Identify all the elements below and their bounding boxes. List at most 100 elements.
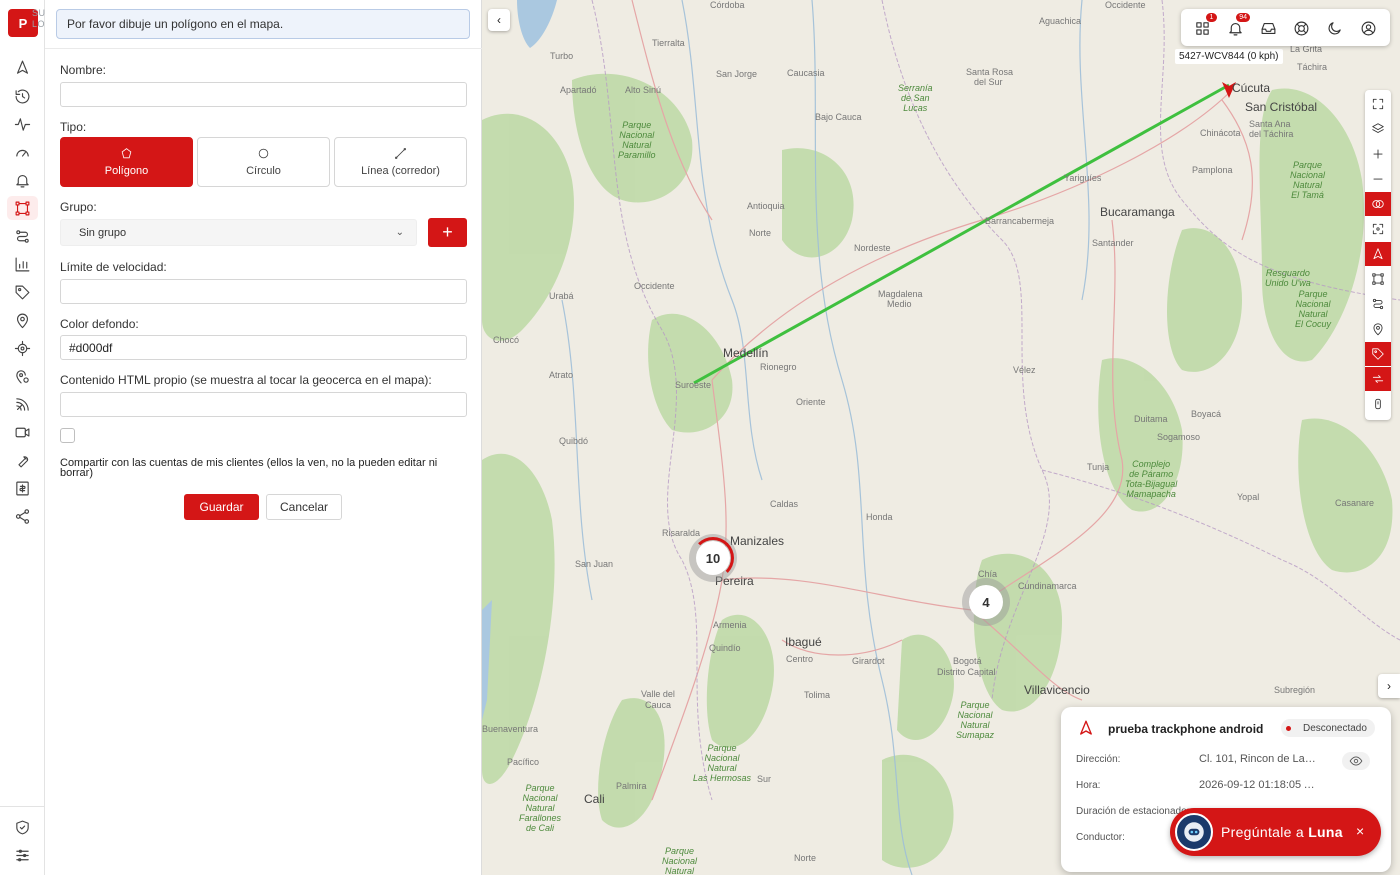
inbox-button[interactable]: [1257, 17, 1279, 39]
rail-routes[interactable]: [7, 224, 38, 248]
rail-activity[interactable]: [7, 112, 38, 136]
rail-settings[interactable]: [7, 843, 38, 867]
routes-layer-button[interactable]: [1365, 292, 1391, 316]
html-content-input[interactable]: [60, 392, 467, 417]
rail-speedometer[interactable]: [7, 140, 38, 164]
fullscreen-button[interactable]: [1365, 92, 1391, 116]
place-label: Casanare: [1335, 498, 1375, 508]
reports-icon: [15, 257, 30, 271]
place-label: Pacífico: [507, 757, 540, 767]
zoom-out-button[interactable]: [1365, 167, 1391, 191]
place-label: Yopal: [1237, 492, 1260, 502]
dark-mode-button[interactable]: [1323, 17, 1345, 39]
map[interactable]: Córdoba Turbo Apartadó Tierralta San Jor…: [482, 0, 1400, 875]
battery-button[interactable]: [1365, 392, 1391, 416]
view-address-button[interactable]: [1342, 752, 1370, 770]
rail-places[interactable]: [7, 308, 38, 332]
rail-poi-settings[interactable]: [7, 364, 38, 388]
bell-icon: [1228, 22, 1242, 35]
traffic-button[interactable]: [1365, 367, 1391, 391]
place-label: Girardot: [852, 656, 885, 666]
place-label: Occidente: [1105, 0, 1146, 10]
plus-icon: +: [442, 222, 453, 242]
panel-divider: [45, 48, 482, 49]
routes-layer-icon: [1372, 298, 1384, 310]
place-label: Subregión: [1274, 685, 1316, 695]
place-label: Armenia: [713, 620, 747, 630]
place-label: Sogamoso: [1157, 432, 1201, 442]
share-label: Compartir con las cuentas de mis cliente…: [60, 457, 438, 479]
rail-tags[interactable]: [7, 280, 38, 304]
info-key-time: Hora:: [1076, 780, 1101, 791]
name-input[interactable]: [60, 82, 467, 107]
draw-instruction-banner: Por favor dibuje un polígono en el mapa.: [56, 9, 470, 39]
place-label: Yariguíes: [1064, 173, 1102, 183]
name-label: Nombre:: [60, 63, 107, 77]
add-group-button[interactable]: +: [428, 218, 467, 247]
geofence-icon: [15, 201, 30, 215]
history-icon: [15, 89, 30, 103]
speed-limit-input[interactable]: [60, 279, 467, 304]
rail-share[interactable]: [7, 504, 38, 528]
close-icon[interactable]: ×: [1356, 823, 1364, 839]
tags-layer-icon: [1372, 348, 1384, 360]
place-label: Santa Ana: [1249, 119, 1291, 129]
place-label: Magdalena: [878, 289, 923, 299]
group-select[interactable]: Sin grupo ⌄: [60, 219, 417, 246]
color-label: Color defondo:: [60, 317, 139, 331]
info-key-address: Dirección:: [1076, 754, 1121, 765]
vehicles-layer-button[interactable]: [1365, 242, 1391, 266]
focus-button[interactable]: [1365, 217, 1391, 241]
place-label: Aguachica: [1039, 16, 1082, 26]
app: P SU LOGO Por favor dibuje un polígono e…: [0, 0, 1400, 875]
color-input[interactable]: [60, 335, 467, 360]
vehicle-cluster[interactable]: 4: [962, 578, 1010, 626]
apps-icon: [1195, 21, 1209, 35]
support-button[interactable]: [1290, 17, 1312, 39]
place-label-cali: Cali: [584, 792, 605, 806]
layers-button[interactable]: [1365, 117, 1391, 141]
traffic-icon: [1372, 375, 1384, 383]
rail-target[interactable]: [7, 336, 38, 360]
rail-geofences[interactable]: [7, 196, 38, 220]
rail-navigate[interactable]: [7, 55, 38, 79]
circle-icon: [258, 148, 269, 159]
rail-alerts[interactable]: [7, 168, 38, 192]
vehicle-cluster[interactable]: 10: [689, 534, 737, 582]
type-corridor-button[interactable]: Línea (corredor): [334, 137, 467, 187]
rail-signal[interactable]: [7, 392, 38, 416]
apps-button[interactable]: 1: [1191, 13, 1217, 39]
bell-icon: [16, 174, 29, 187]
tags-layer-button[interactable]: [1365, 342, 1391, 366]
place-label: Táchira: [1297, 62, 1328, 72]
rail-billing[interactable]: [7, 476, 38, 500]
cancel-button[interactable]: Cancelar: [266, 494, 342, 520]
type-circle-button[interactable]: Círculo: [197, 137, 330, 187]
save-button[interactable]: Guardar: [184, 494, 259, 520]
place-label: Norte: [749, 228, 772, 238]
rail-security[interactable]: [7, 815, 38, 839]
chevron-down-icon: ⌄: [395, 227, 404, 238]
place-label-ibague: Ibagué: [785, 635, 822, 649]
rail-history[interactable]: [7, 84, 38, 108]
expand-right-button[interactable]: ›: [1378, 674, 1400, 698]
zoom-in-button[interactable]: [1365, 142, 1391, 166]
place-label: Chocó: [493, 335, 520, 345]
status-dot: [1286, 726, 1291, 731]
rail-tools[interactable]: [7, 448, 38, 472]
notifications-button[interactable]: 94: [1224, 13, 1250, 39]
polygon-tool-button[interactable]: [1365, 267, 1391, 291]
poi-layer-button[interactable]: [1365, 317, 1391, 341]
place-label: Caldas: [770, 499, 799, 509]
activity-icon: [14, 117, 31, 131]
place-label: Rionegro: [760, 362, 797, 372]
geofence-layer-button[interactable]: [1365, 192, 1391, 216]
polygon-icon: [1372, 273, 1384, 285]
collapse-panel-button[interactable]: ‹: [488, 9, 510, 31]
ask-luna-button[interactable]: Pregúntale a Luna ×: [1170, 808, 1381, 856]
rail-reports[interactable]: [7, 252, 38, 276]
rail-video[interactable]: [7, 420, 38, 444]
share-checkbox[interactable]: [60, 428, 75, 443]
user-menu-button[interactable]: [1357, 17, 1379, 39]
type-polygon-button[interactable]: Polígono: [60, 137, 193, 187]
